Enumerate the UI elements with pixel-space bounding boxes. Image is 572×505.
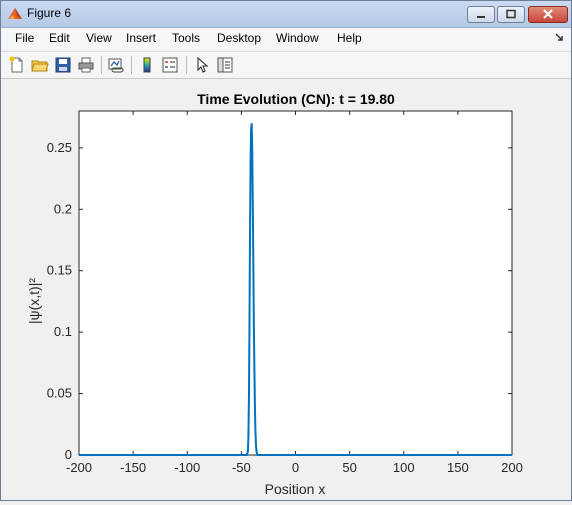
property-inspector-icon[interactable] — [216, 56, 234, 74]
maximize-button[interactable] — [497, 6, 525, 23]
figure-canvas: Time Evolution (CN): t = 19.80 -200 -150-… — [1, 79, 571, 500]
menu-file[interactable]: File — [15, 31, 34, 45]
menu-view[interactable]: View — [86, 31, 112, 45]
axes-background[interactable] — [78, 110, 513, 456]
toolbar-separator — [186, 56, 187, 74]
close-icon — [543, 9, 553, 19]
y-tick-label: 0.05 — [47, 386, 72, 401]
close-button[interactable] — [528, 6, 568, 23]
window-title: Figure 6 — [27, 6, 72, 20]
y-tick-label: 0.2 — [54, 201, 72, 216]
menu-desktop[interactable]: Desktop — [217, 31, 261, 45]
menu-edit[interactable]: Edit — [49, 31, 70, 45]
new-figure-icon[interactable] — [8, 56, 26, 74]
x-tick-labels: -200 -150 -100 -50 0 50 100 150 200 — [66, 460, 523, 475]
pointer-icon[interactable] — [193, 56, 211, 74]
x-tick-label: 150 — [447, 460, 469, 475]
link-plot-icon[interactable] — [107, 56, 125, 74]
y-tick-label: 0.1 — [54, 324, 72, 339]
toolbar-separator — [131, 56, 132, 74]
maximize-icon — [506, 9, 516, 19]
toolbar — [1, 51, 571, 79]
x-tick-label: -50 — [232, 460, 251, 475]
y-tick-label: 0 — [65, 447, 72, 462]
matlab-logo-icon — [8, 8, 22, 19]
y-tick-labels: 0 0.05 0.1 0.15 0.2 0.25 — [47, 140, 72, 462]
x-tick-label: 50 — [342, 460, 356, 475]
title-bar[interactable]: Figure 6 — [1, 1, 571, 28]
y-tick-label: 0.15 — [47, 263, 72, 278]
open-file-icon[interactable] — [31, 56, 49, 74]
figure-window: Figure 6 File Edit View Insert Tools Des… — [0, 0, 572, 501]
x-tick-label: 200 — [501, 460, 523, 475]
colorbar-icon[interactable] — [138, 56, 156, 74]
dock-arrow-icon[interactable] — [553, 31, 565, 43]
plot-svg: Time Evolution (CN): t = 19.80 -200 -150-… — [26, 91, 523, 497]
menu-tools[interactable]: Tools — [172, 31, 200, 45]
x-tick-label: 0 — [292, 460, 299, 475]
x-tick-label: -200 — [66, 460, 92, 475]
save-icon[interactable] — [54, 56, 72, 74]
x-tick-label: -100 — [174, 460, 200, 475]
menu-window[interactable]: Window — [276, 31, 319, 45]
chart-title: Time Evolution (CN): t = 19.80 — [197, 91, 395, 107]
menu-bar: File Edit View Insert Tools Desktop Wind… — [1, 28, 571, 50]
x-tick-label: -150 — [120, 460, 146, 475]
x-axis-label: Position x — [265, 481, 326, 497]
x-tick-label: 100 — [393, 460, 415, 475]
legend-icon[interactable] — [161, 56, 179, 74]
menu-insert[interactable]: Insert — [126, 31, 156, 45]
minimize-icon — [477, 16, 485, 18]
menu-help[interactable]: Help — [337, 31, 362, 45]
toolbar-separator — [101, 56, 102, 74]
print-icon[interactable] — [77, 56, 95, 74]
minimize-button[interactable] — [467, 6, 495, 23]
y-tick-label: 0.25 — [47, 140, 72, 155]
y-axis-label: |ψ(x,t)|² — [26, 278, 42, 324]
